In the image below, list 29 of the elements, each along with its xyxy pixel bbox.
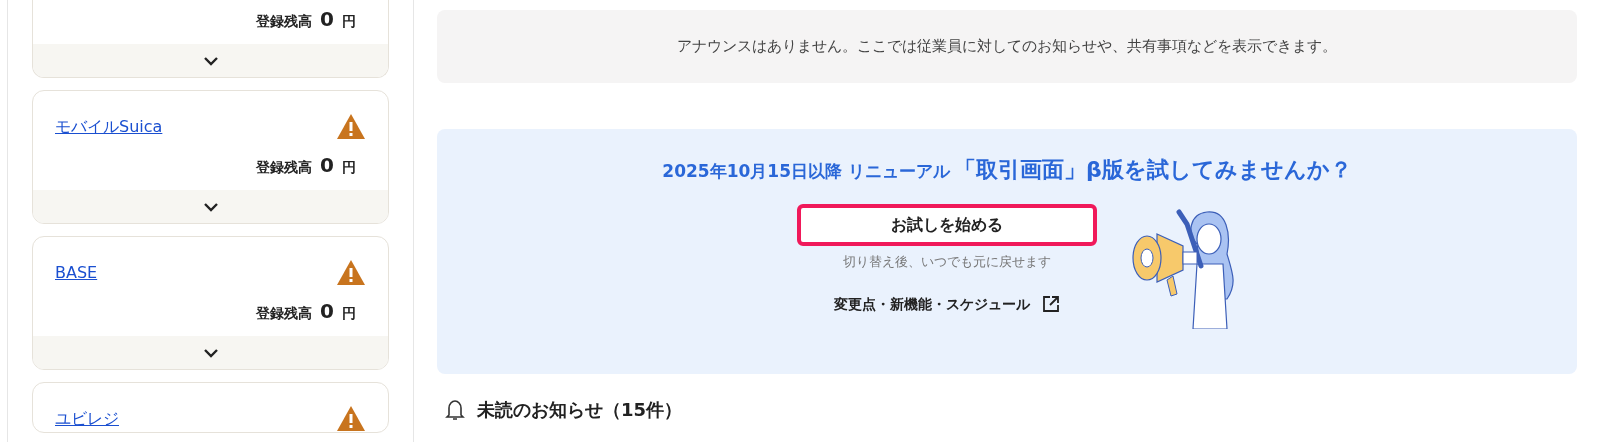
- unread-notices-title: 未読のお知らせ（15件）: [477, 398, 683, 422]
- balance-label: 登録残高: [256, 158, 313, 177]
- account-link[interactable]: ユビレジ: [55, 406, 119, 431]
- expand-button[interactable]: [33, 44, 388, 77]
- expand-button[interactable]: [33, 336, 388, 369]
- announcement-text: アナウンスはありません。ここでは従業員に対してのお知らせや、共有事項などを表示できます。: [677, 36, 1337, 58]
- chevron-down-icon: [202, 347, 219, 358]
- warning-icon: [336, 113, 366, 140]
- chevron-down-icon: [202, 55, 219, 66]
- chevron-down-icon: [202, 201, 219, 212]
- balance-label: 登録残高: [256, 12, 313, 31]
- currency-unit: 円: [342, 304, 356, 323]
- revert-note: 切り替え後、いつでも元に戻せます: [843, 253, 1051, 271]
- start-trial-button[interactable]: お試しを始める: [797, 204, 1097, 246]
- changes-link[interactable]: 変更点・新機能・スケジュール: [834, 293, 1060, 315]
- currency-unit: 円: [342, 12, 356, 31]
- balance-amount: 0: [320, 298, 334, 325]
- balance-amount: 0: [320, 6, 334, 33]
- expand-button[interactable]: [33, 190, 388, 223]
- currency-unit: 円: [342, 158, 356, 177]
- promo-date: 2025年10月15日以降 リニューアル: [662, 160, 950, 183]
- promo-headline: 「取引画面」β版を試してみませんか？: [953, 156, 1352, 184]
- account-link[interactable]: BASE: [55, 260, 98, 285]
- account-link[interactable]: モバイルSuica: [55, 114, 163, 139]
- external-link-icon: [1042, 295, 1060, 313]
- balance-label: 登録残高: [256, 304, 313, 323]
- warning-icon: [336, 259, 366, 286]
- bell-icon: [445, 397, 465, 422]
- balance-amount: 0: [320, 152, 334, 179]
